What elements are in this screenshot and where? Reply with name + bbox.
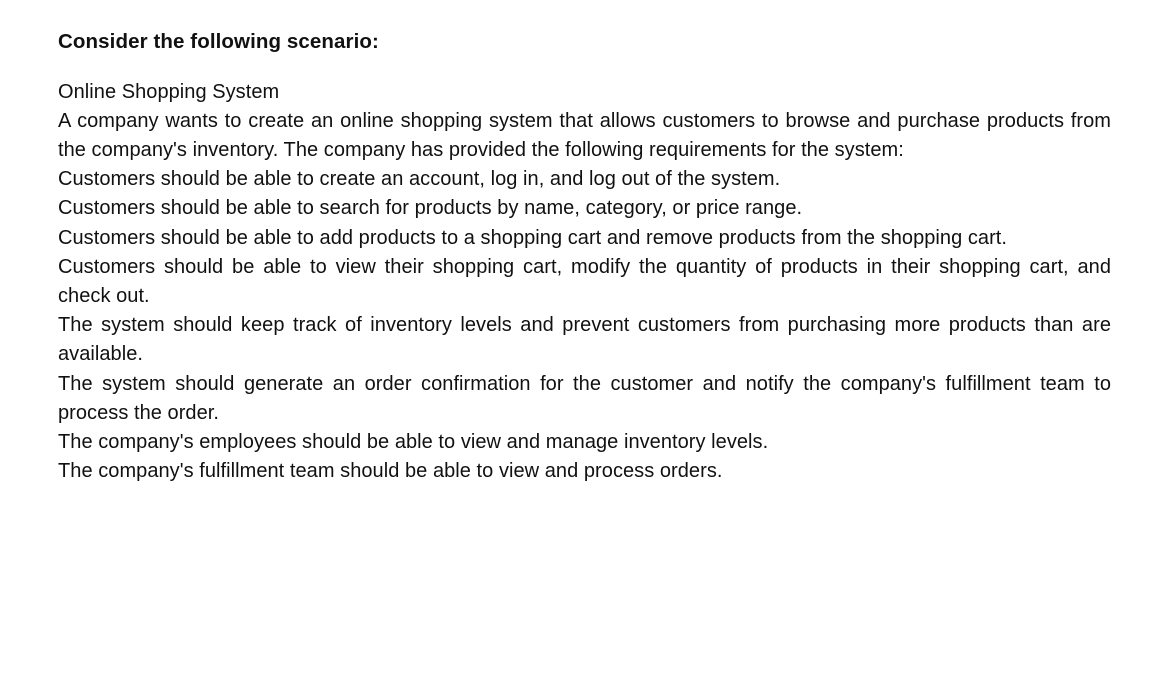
paragraph: Customers should be able to view their s…	[58, 253, 1111, 311]
paragraph: The company's fulfillment team should be…	[58, 457, 1111, 486]
paragraph: The system should keep track of inventor…	[58, 311, 1111, 369]
scenario-body: Online Shopping SystemA company wants to…	[58, 78, 1111, 487]
paragraph: Customers should be able to create an ac…	[58, 165, 1111, 194]
document-page: Consider the following scenario: Online …	[0, 0, 1169, 514]
scenario-heading: Consider the following scenario:	[58, 28, 1111, 56]
paragraph: Customers should be able to add products…	[58, 224, 1111, 253]
paragraph: Online Shopping System	[58, 78, 1111, 107]
paragraph: Customers should be able to search for p…	[58, 194, 1111, 223]
paragraph: The system should generate an order conf…	[58, 370, 1111, 428]
paragraph: A company wants to create an online shop…	[58, 107, 1111, 165]
paragraph: The company's employees should be able t…	[58, 428, 1111, 457]
